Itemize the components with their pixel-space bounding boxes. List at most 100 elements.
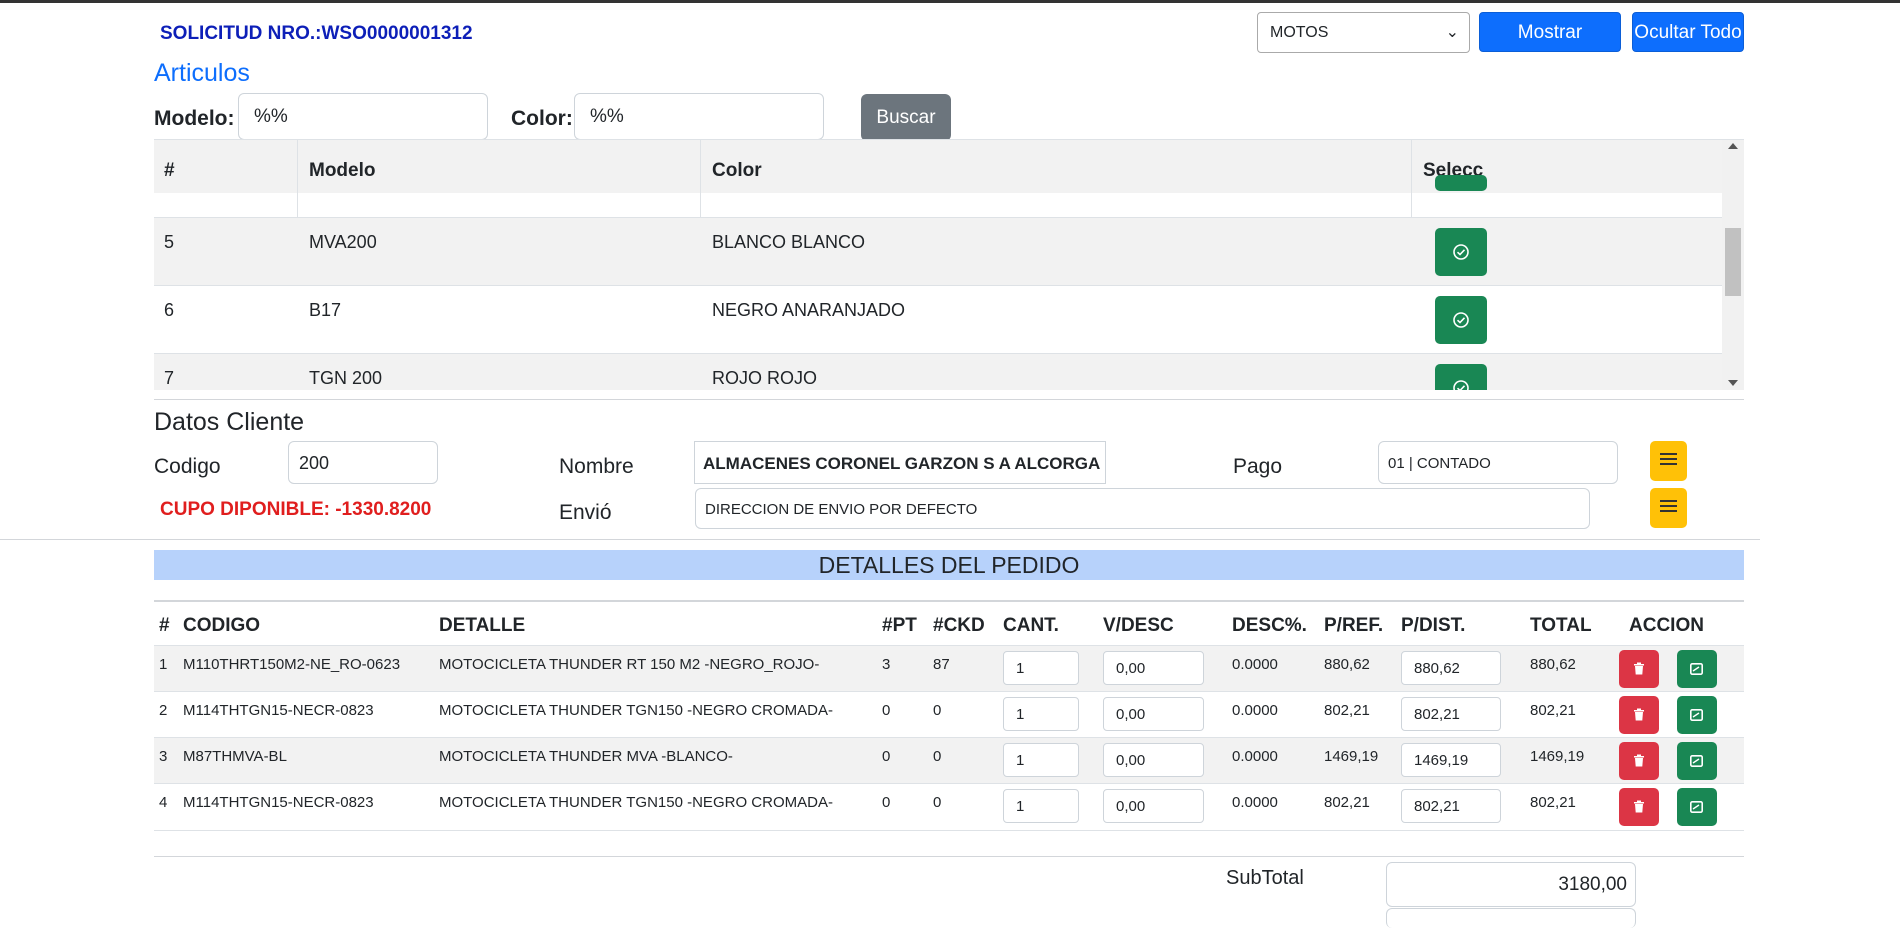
cupo-disponible: CUPO DIPONIBLE: -1330.8200 (160, 499, 432, 520)
row-desc: 0.0000 (1232, 794, 1278, 811)
scroll-up-icon[interactable] (1728, 143, 1738, 149)
row-detalle: MOTOCICLETA THUNDER TGN150 -NEGRO CROMAD… (439, 794, 833, 811)
col-header-cant: CANT. (1003, 615, 1059, 636)
col-header-pdist: P/DIST. (1401, 615, 1466, 636)
row-num: 5 (164, 232, 175, 252)
row-pref: 802,21 (1324, 794, 1370, 811)
pencil-square-icon (1690, 801, 1703, 813)
row-total: 880,62 (1530, 656, 1576, 673)
cant-input[interactable]: 1 (1003, 743, 1079, 777)
row-color: ROJO ROJO (712, 368, 818, 388)
pago-lookup-button[interactable] (1650, 441, 1687, 481)
envio-lookup-button[interactable] (1650, 488, 1687, 528)
vdesc-input[interactable]: 0,00 (1103, 789, 1204, 823)
envio-input[interactable]: DIRECCION DE ENVIO POR DEFECTO (695, 488, 1590, 529)
subtotal-input: 3180,00 (1386, 862, 1636, 907)
row-pt: 0 (882, 794, 891, 811)
color-input[interactable]: %% (574, 93, 824, 140)
cant-input[interactable]: 1 (1003, 697, 1079, 731)
cant-input[interactable]: 1 (1003, 651, 1079, 685)
row-color: NEGRO ANARANJADO (712, 300, 906, 320)
row-desc: 0.0000 (1232, 656, 1278, 673)
row-num: 3 (159, 748, 168, 765)
row-pref: 802,21 (1324, 702, 1370, 719)
table-row: 7 TGN 200 ROJO ROJO (154, 353, 1722, 390)
edit-button[interactable] (1677, 696, 1717, 734)
vdesc-input[interactable]: 0,00 (1103, 651, 1204, 685)
codigo-input[interactable]: 200 (288, 441, 438, 484)
row-num: 1 (159, 656, 168, 673)
modelo-label: Modelo: (154, 107, 235, 130)
table-row: 3 M87THMVA-BL MOTOCICLETA THUNDER MVA -B… (154, 737, 1744, 784)
select-button[interactable] (1435, 296, 1487, 344)
search-button[interactable]: Buscar (861, 94, 951, 141)
select-button[interactable] (1435, 175, 1487, 191)
articles-scrollbar[interactable] (1722, 140, 1744, 390)
nombre-input[interactable]: ALMACENES CORONEL GARZON S A ALCORGA (694, 441, 1106, 484)
modelo-input-value: %% (254, 106, 288, 127)
show-articles-button[interactable]: Mostrar artículos (1479, 12, 1621, 83)
select-button[interactable] (1435, 364, 1487, 390)
table-icon (1660, 453, 1677, 455)
row-pref: 880,62 (1324, 656, 1370, 673)
table-row: 1 M110THRT150M2-NE_RO-0623 MOTOCICLETA T… (154, 645, 1744, 692)
row-total: 802,21 (1530, 794, 1576, 811)
trash-icon (1634, 662, 1644, 675)
scroll-down-icon[interactable] (1728, 380, 1738, 386)
row-pt: 3 (882, 656, 891, 673)
edit-button[interactable] (1677, 788, 1717, 826)
modelo-input[interactable]: %% (238, 93, 488, 140)
color-input-value: %% (590, 106, 624, 127)
hide-all-button[interactable]: Ocultar Todo (1632, 12, 1744, 52)
trash-icon (1634, 708, 1644, 721)
col-header-num: # (159, 615, 170, 636)
subtotal-value: 3180,00 (1558, 874, 1627, 895)
col-header-detalle: DETALLE (439, 615, 526, 636)
row-pt: 0 (882, 748, 891, 765)
articulos-title: Articulos (154, 59, 250, 87)
row-ckd: 87 (933, 656, 950, 673)
delete-button[interactable] (1619, 742, 1659, 780)
row-detalle: MOTOCICLETA THUNDER RT 150 M2 -NEGRO_ROJ… (439, 656, 820, 673)
delete-button[interactable] (1619, 650, 1659, 688)
edit-button[interactable] (1677, 742, 1717, 780)
row-codigo: M87THMVA-BL (183, 748, 287, 765)
envio-label: Envió (559, 501, 612, 524)
row-desc: 0.0000 (1232, 702, 1278, 719)
cant-input[interactable]: 1 (1003, 789, 1079, 823)
trash-icon (1634, 754, 1644, 767)
color-label: Color: (511, 107, 573, 130)
articles-table: # Modelo Color Selecc 5 MVA200 BLANCO BL… (154, 139, 1744, 390)
nombre-input-value: ALMACENES CORONEL GARZON S A ALCORGA (703, 454, 1101, 473)
scrollbar-thumb[interactable] (1725, 228, 1741, 296)
row-desc: 0.0000 (1232, 748, 1278, 765)
next-total-input (1386, 908, 1636, 928)
col-header-ckd: #CKD (933, 615, 985, 636)
category-select[interactable]: MOTOS ⌄ (1257, 12, 1470, 53)
check-circle-icon (1453, 312, 1469, 328)
vdesc-input[interactable]: 0,00 (1103, 743, 1204, 777)
details-table-header: # CODIGO DETALLE #PT #CKD CANT. V/DESC D… (154, 600, 1744, 648)
row-total: 802,21 (1530, 702, 1576, 719)
delete-button[interactable] (1619, 788, 1659, 826)
select-button[interactable] (1435, 228, 1487, 276)
col-header-num: # (164, 160, 175, 181)
row-ckd: 0 (933, 794, 942, 811)
row-pt: 0 (882, 702, 891, 719)
table-row: 2 M114THTGN15-NECR-0823 MOTOCICLETA THUN… (154, 691, 1744, 738)
row-modelo: B17 (309, 300, 342, 320)
pdist-input[interactable]: 802,21 (1401, 697, 1501, 731)
check-circle-icon (1453, 380, 1469, 390)
pdist-input[interactable]: 802,21 (1401, 789, 1501, 823)
pencil-square-icon (1690, 663, 1703, 675)
delete-button[interactable] (1619, 696, 1659, 734)
pdist-input[interactable]: 880,62 (1401, 651, 1501, 685)
edit-button[interactable] (1677, 650, 1717, 688)
col-header-modelo: Modelo (309, 160, 376, 181)
vdesc-input[interactable]: 0,00 (1103, 697, 1204, 731)
table-icon (1660, 500, 1677, 502)
pago-input[interactable]: 01 | CONTADO (1378, 441, 1618, 484)
pdist-input[interactable]: 1469,19 (1401, 743, 1501, 777)
chevron-down-icon: ⌄ (1445, 24, 1459, 41)
col-header-vdesc: V/DESC (1103, 615, 1174, 636)
